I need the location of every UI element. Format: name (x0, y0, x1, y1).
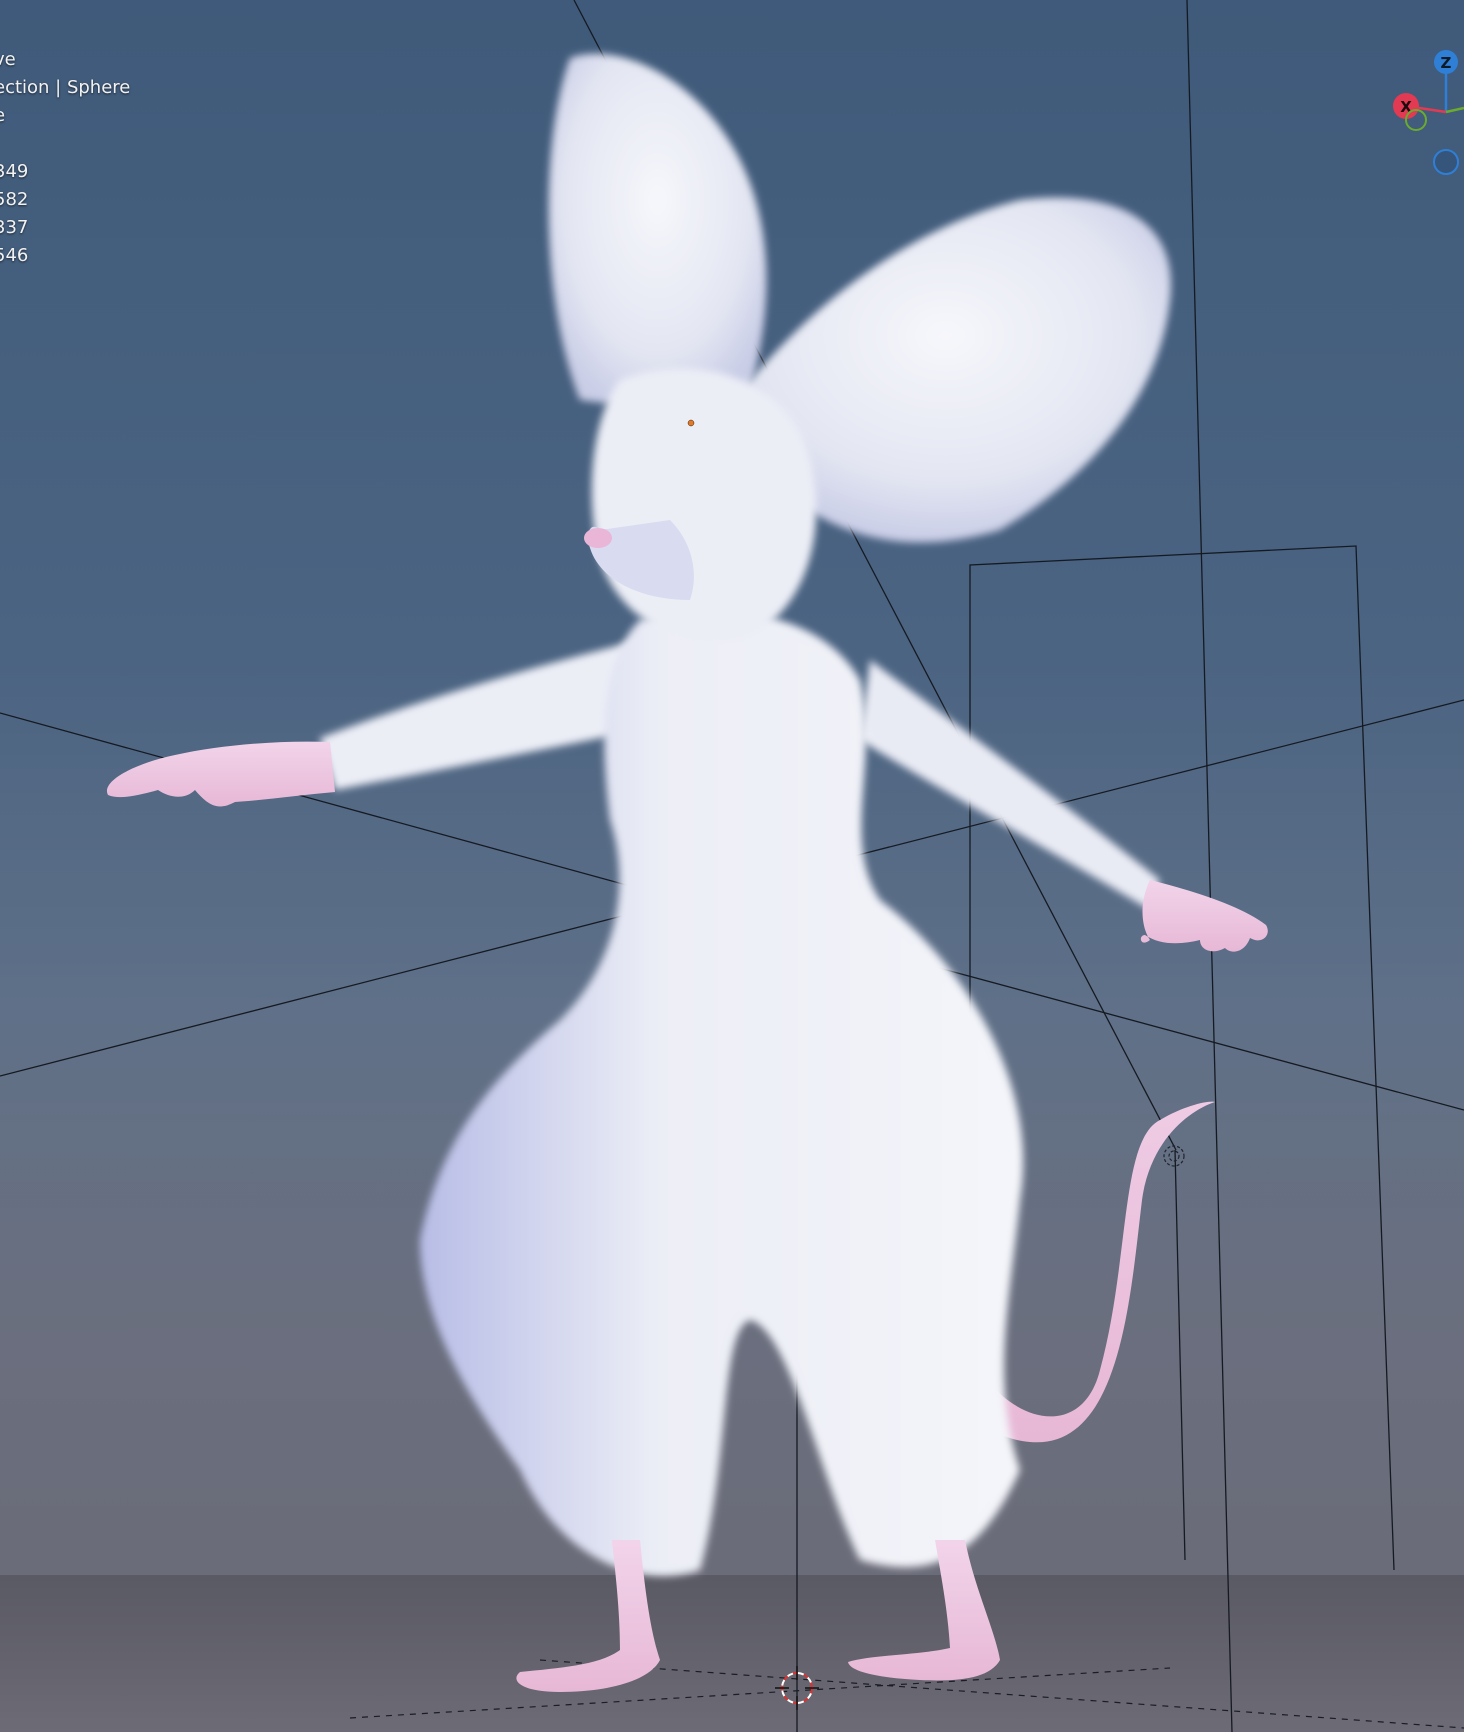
head (591, 368, 817, 642)
3d-viewport[interactable]: ve ection | Sphere e 349 582 337 546 Z X (0, 0, 1464, 1732)
svg-text:X: X (1400, 98, 1412, 116)
stat-line-vertices: 582 (0, 189, 29, 210)
leg-left (516, 1540, 660, 1692)
overlay-line-view: ve (0, 49, 16, 70)
hand-right (1140, 880, 1268, 952)
stat-line-faces: 546 (0, 245, 29, 266)
nose (584, 528, 612, 548)
overlay-spacer (0, 130, 130, 158)
stat-line-objects: 349 (0, 161, 29, 182)
gizmo-negative-z-icon[interactable] (1433, 149, 1459, 175)
overlay-line-object: e (0, 102, 130, 130)
origin-dot (687, 419, 695, 427)
empty-marker (1163, 1145, 1185, 1167)
ear-left (548, 53, 767, 420)
arm-right (860, 660, 1160, 910)
scene-canvas (0, 0, 1464, 1732)
stat-line-edges: 337 (0, 217, 29, 238)
gizmo-x-axis-button[interactable]: X (1393, 93, 1419, 119)
gizmo-z-axis-button[interactable]: Z (1434, 50, 1458, 74)
arm-left (320, 640, 640, 790)
overlay-line-collection: ection | Sphere (0, 77, 131, 98)
svg-text:Z: Z (1441, 54, 1452, 72)
viewport-info-overlay: ve ection | Sphere e 349 582 337 546 (0, 46, 130, 270)
navigation-gizmo[interactable]: Z X (1380, 44, 1464, 184)
